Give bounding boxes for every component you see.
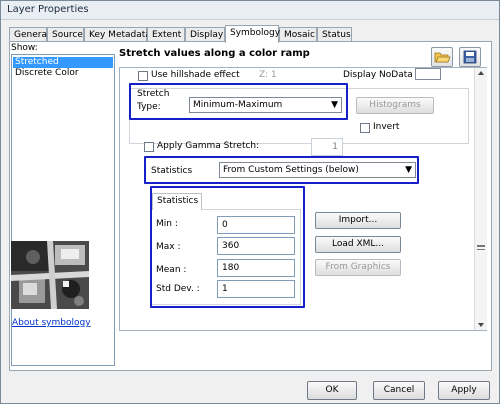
stretch-highlight-box: [129, 83, 348, 120]
save-disk-icon: [463, 50, 477, 64]
hillshade-z-value: Z: 1: [259, 70, 277, 80]
hillshade-checkbox[interactable]: [138, 71, 148, 81]
tab-source[interactable]: Source: [47, 27, 84, 42]
list-item-discrete-color[interactable]: Discrete Color: [13, 68, 113, 79]
layer-properties-window: Layer Properties General Source Key Meta…: [0, 0, 500, 404]
renderer-description: Stretch values along a color ramp: [119, 48, 310, 59]
ok-button[interactable]: OK: [307, 381, 357, 400]
tab-extent[interactable]: Extent: [147, 27, 185, 42]
gamma-value-field[interactable]: 1: [311, 138, 343, 156]
histograms-button[interactable]: Histograms: [356, 97, 434, 114]
invert-checkbox[interactable]: [360, 123, 370, 133]
tab-symbology[interactable]: Symbology: [225, 25, 280, 43]
save-layer-file-button[interactable]: [459, 47, 481, 67]
hillshade-label: Use hillshade effect: [151, 70, 240, 80]
title-bar: Layer Properties: [1, 1, 499, 20]
gamma-stretch-checkbox[interactable]: [144, 142, 154, 152]
window-title: Layer Properties: [7, 4, 89, 15]
nodata-color-picker[interactable]: [415, 68, 441, 80]
load-xml-button[interactable]: Load XML...: [315, 236, 401, 253]
aerial-preview-graphic: [11, 241, 89, 309]
tab-status[interactable]: Status: [317, 27, 352, 42]
gamma-stretch-label: Apply Gamma Stretch:: [157, 141, 260, 151]
invert-label: Invert: [373, 122, 400, 132]
from-graphics-button[interactable]: From Graphics: [315, 259, 401, 276]
about-symbology-link[interactable]: About symbology: [12, 318, 91, 328]
tab-key-metadata[interactable]: Key Metadata: [84, 27, 151, 42]
open-layer-file-button[interactable]: [431, 47, 453, 67]
display-nodata-label: Display NoData as: [343, 70, 426, 80]
import-button[interactable]: Import...: [315, 212, 401, 229]
renderer-preview-image: [11, 241, 89, 309]
list-item-stretched[interactable]: Stretched: [13, 57, 113, 68]
show-label: Show:: [11, 43, 38, 53]
open-folder-icon: [434, 52, 451, 63]
tab-statistics[interactable]: Statistics: [152, 193, 202, 210]
tab-display[interactable]: Display: [185, 27, 225, 42]
cancel-button[interactable]: Cancel: [373, 381, 425, 400]
tab-general[interactable]: General: [9, 27, 49, 42]
tab-mosaic[interactable]: Mosaic: [279, 27, 317, 42]
apply-button[interactable]: Apply: [438, 381, 490, 400]
vertical-scrollbar[interactable]: [474, 68, 487, 330]
scrollbar-graphic: [477, 71, 485, 327]
statistics-highlight-box: [144, 156, 419, 184]
